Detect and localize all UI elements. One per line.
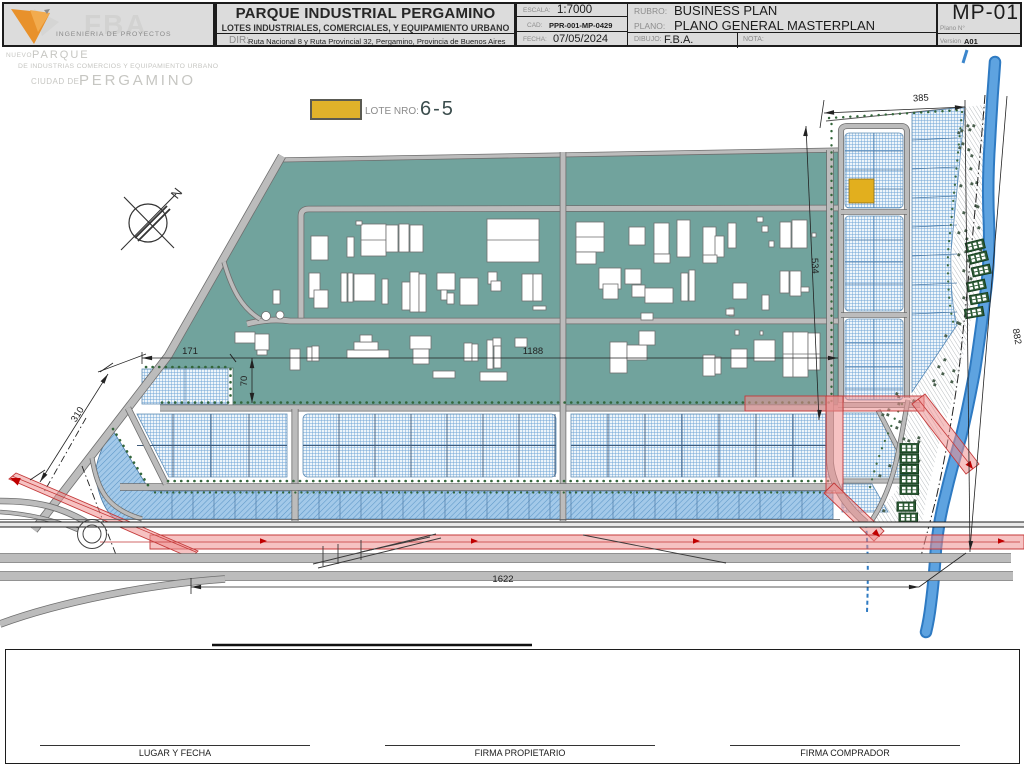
svg-text:385: 385 <box>913 92 930 104</box>
svg-text:171: 171 <box>182 346 198 357</box>
svg-text:534: 534 <box>809 258 821 274</box>
svg-text:1188: 1188 <box>523 346 543 357</box>
svg-text:1622: 1622 <box>492 574 513 585</box>
svg-text:70: 70 <box>239 376 250 387</box>
svg-text:882: 882 <box>1010 328 1024 346</box>
